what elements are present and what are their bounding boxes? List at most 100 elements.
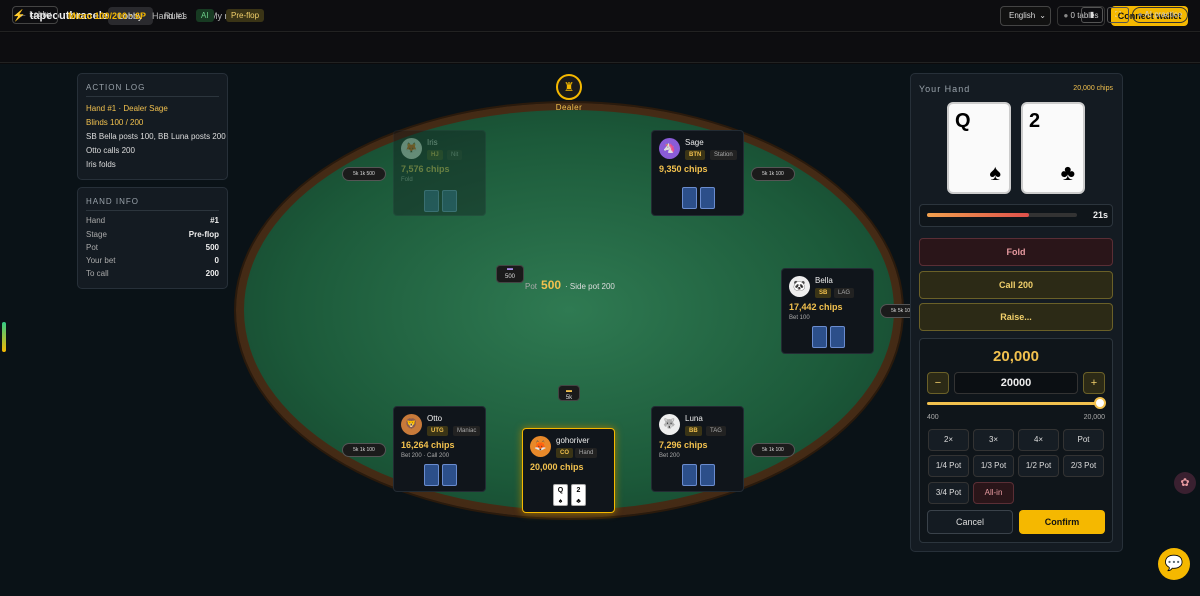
player-bet: Fold xyxy=(401,177,413,183)
ai-practice-label: AI practice xyxy=(1144,10,1183,19)
seat-bella[interactable]: 🐼 Bella SB LAG 17,442 chips Bet 100 xyxy=(781,268,874,354)
fullscreen-button[interactable]: ⛶ xyxy=(1107,7,1129,23)
pot-label: Pot xyxy=(525,282,538,291)
player-name: Luna xyxy=(685,414,703,423)
cancel-button[interactable]: Cancel xyxy=(927,510,1013,534)
dealer-icon: ♜ xyxy=(556,74,582,100)
confirm-button[interactable]: Confirm xyxy=(1019,510,1105,534)
seat-hero[interactable]: 🦊 gohoriver CO Hand 20,000 chips Q ♠ 2 ♣ xyxy=(522,428,615,513)
hand-info-row: To call 200 xyxy=(86,269,219,278)
hand-card: Q ♠ xyxy=(947,102,1011,194)
player-chips: 7,576 chips xyxy=(401,164,450,174)
chip-stack: 5k 1k 100 xyxy=(751,443,795,457)
fullscreen-icon: ⛶ xyxy=(1115,10,1121,19)
preset-3x[interactable]: 3× xyxy=(973,429,1014,451)
hand-number: Hand #1 xyxy=(152,11,187,21)
style-badge: Station xyxy=(710,150,737,160)
card-rank: Q xyxy=(955,110,971,132)
chat-button[interactable]: 💬 xyxy=(1158,548,1190,580)
preset-quarter-pot[interactable]: 1/4 Pot xyxy=(928,455,969,477)
avatar-icon: 🦄 xyxy=(659,138,680,159)
ai-practice-toggle[interactable]: ● AI practice xyxy=(1132,7,1188,23)
slider-min: 400 xyxy=(927,414,939,421)
action-log-panel: Action log Hand #1 · Dealer Sage Blinds … xyxy=(77,73,228,180)
table-header-bar xyxy=(0,33,1200,63)
hand-info-title: Hand info xyxy=(86,197,139,206)
seat-luna[interactable]: 🐺 Luna BB TAG 7,296 chips Bet 200 xyxy=(651,406,744,492)
avatar-icon: 🦊 xyxy=(401,138,422,159)
document-icon: ▮ xyxy=(1089,10,1095,19)
card-back xyxy=(424,190,439,212)
player-name: gohoriver xyxy=(556,436,590,445)
log-entry: SB Bella posts 100, BB Luna posts 200 xyxy=(86,132,226,141)
player-name: Bella xyxy=(815,276,833,285)
position-badge: HJ xyxy=(427,150,443,160)
hand-info-row: Your bet 0 xyxy=(86,256,219,265)
hand-info-row: Pot 500 xyxy=(86,243,219,252)
player-bet: Bet 200 · Call 200 xyxy=(401,453,450,459)
player-chips: 20,000 chips xyxy=(530,462,584,472)
back-to-lobby-button[interactable]: ← Lobby xyxy=(12,6,58,24)
raise-slider[interactable] xyxy=(927,402,1101,405)
pot-display: Pot 500 · Side pot 200 xyxy=(525,278,615,292)
your-hand-chips: 20,000 chips xyxy=(1073,85,1113,92)
spade-icon: ♠ xyxy=(558,498,563,505)
club-icon: ♣ xyxy=(576,498,581,505)
mascot-icon[interactable]: ✿ xyxy=(1174,472,1196,494)
row-value: 200 xyxy=(205,269,219,278)
hand-info-row: Hand #1 xyxy=(86,216,219,225)
row-label: Stage xyxy=(86,230,107,239)
position-badge: SB xyxy=(815,288,832,298)
chip-icon: ▬ xyxy=(566,388,572,394)
raise-input[interactable]: 20000 xyxy=(954,372,1078,394)
preset-three-quarters-pot[interactable]: 3/4 Pot xyxy=(928,482,969,504)
language-select[interactable]: English ⌄ xyxy=(1000,6,1051,26)
your-hand-title: Your Hand xyxy=(919,84,971,94)
card-back xyxy=(700,187,715,209)
row-label: Your bet xyxy=(86,256,116,265)
chevron-down-icon: ⌄ xyxy=(1039,11,1046,20)
table-name: Micro 100/200 · 6P xyxy=(68,11,147,21)
status-indicator xyxy=(2,322,6,352)
seat-otto[interactable]: 🦁 Otto UTG Maniac 16,264 chips Bet 200 ·… xyxy=(393,406,486,492)
preset-two-thirds-pot[interactable]: 2/3 Pot xyxy=(1063,455,1104,477)
seat-sage[interactable]: 🦄 Sage BTN Station 9,350 chips xyxy=(651,130,744,216)
notes-button[interactable]: ▮ xyxy=(1081,7,1103,23)
preset-2x[interactable]: 2× xyxy=(928,429,969,451)
hole-card: 2 ♣ xyxy=(571,484,586,506)
card-rank: 2 xyxy=(576,487,581,494)
ai-badge: AI xyxy=(196,9,214,22)
timer-value: 21s xyxy=(1092,210,1108,220)
preset-4x[interactable]: 4× xyxy=(1018,429,1059,451)
chip-stack: 5k 1k 100 xyxy=(751,167,795,181)
card-back xyxy=(682,187,697,209)
preset-half-pot[interactable]: 1/2 Pot xyxy=(1018,455,1059,477)
player-chips: 7,296 chips xyxy=(659,440,708,450)
player-chips: 9,350 chips xyxy=(659,164,708,174)
style-badge: Hand xyxy=(575,448,598,458)
call-button[interactable]: Call 200 xyxy=(919,271,1113,299)
pot-value: 500 xyxy=(541,278,562,292)
card-back xyxy=(442,190,457,212)
chip-icon: ▬ xyxy=(507,266,513,272)
card-back xyxy=(700,464,715,486)
card-back xyxy=(442,464,457,486)
chat-icon: 💬 xyxy=(1164,555,1184,572)
player-bet: Bet 100 xyxy=(789,315,810,321)
fold-button[interactable]: Fold xyxy=(919,238,1113,266)
raise-button[interactable]: Raise... xyxy=(919,303,1113,331)
seat-iris[interactable]: 🦊 Iris HJ Nit 7,576 chips Fold xyxy=(393,130,486,216)
hand-info-panel: Hand info Hand #1 Stage Pre-flop Pot 500 Yo… xyxy=(77,187,228,289)
preset-third-pot[interactable]: 1/3 Pot xyxy=(973,455,1014,477)
row-label: Hand xyxy=(86,216,106,225)
slider-handle[interactable] xyxy=(1094,397,1106,409)
slider-max: 20,000 xyxy=(1083,414,1105,421)
dealer-label: Dealer xyxy=(555,103,583,112)
preset-pot[interactable]: Pot xyxy=(1063,429,1104,451)
log-entry: Iris folds xyxy=(86,160,116,169)
position-badge: CO xyxy=(556,448,573,458)
increase-button[interactable]: + xyxy=(1083,372,1105,394)
decrease-button[interactable]: − xyxy=(927,372,949,394)
row-label: Pot xyxy=(86,243,99,252)
preset-all-in[interactable]: All-in xyxy=(973,482,1014,504)
